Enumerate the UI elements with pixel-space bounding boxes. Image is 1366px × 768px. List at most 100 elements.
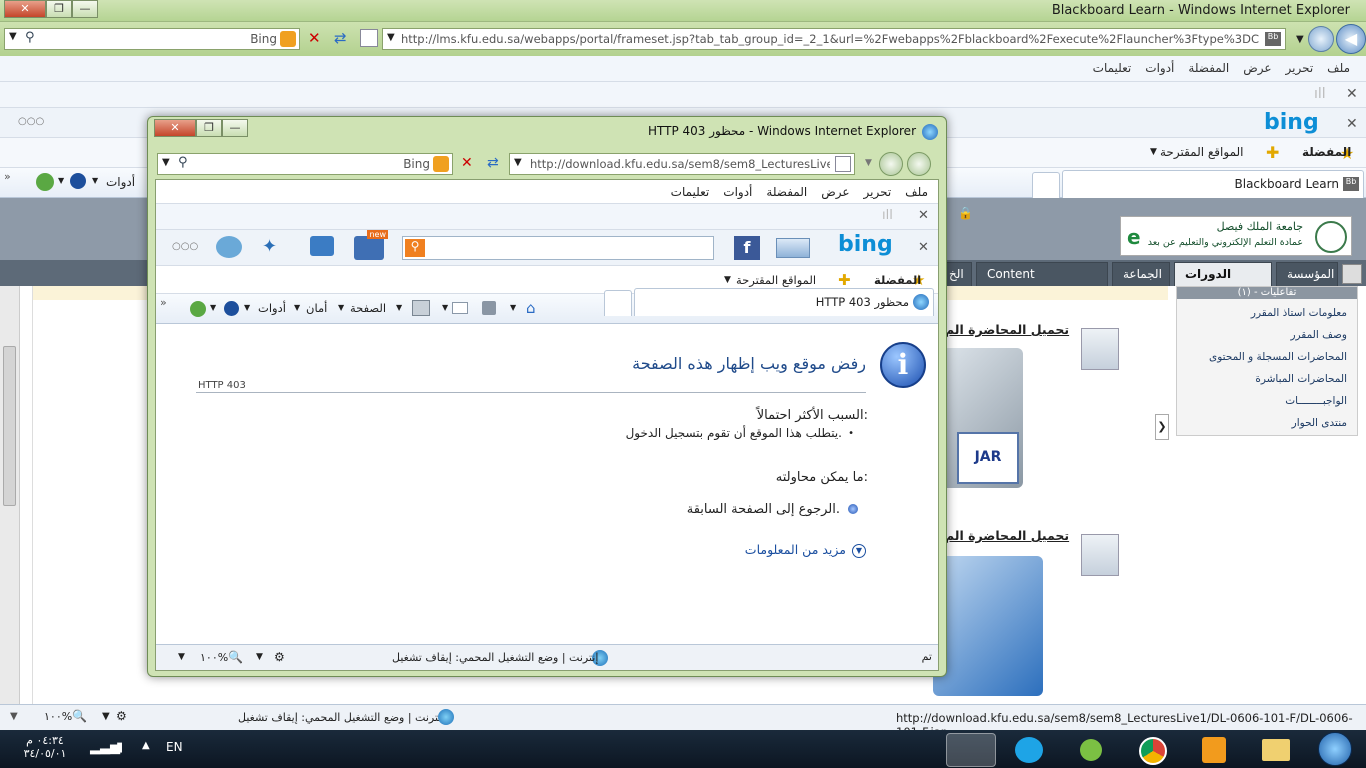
history-dropdown-icon[interactable]: ▼: [865, 158, 872, 168]
tab-more[interactable]: الخ: [944, 262, 972, 286]
start-button[interactable]: [1318, 732, 1352, 766]
dropdown-arrow-icon[interactable]: ▼: [510, 303, 516, 312]
search-icon[interactable]: ⚲: [405, 239, 425, 257]
zoom-level[interactable]: ١٠٠%: [200, 651, 228, 664]
popup-search-box[interactable]: ▼ ⚲ Bing: [157, 153, 453, 175]
menu-view[interactable]: عرض: [821, 185, 849, 199]
close-button[interactable]: ✕: [154, 119, 196, 137]
back-button[interactable]: ◀: [1336, 24, 1366, 54]
messenger-people-icon[interactable]: [216, 236, 242, 258]
back-button[interactable]: [907, 152, 931, 176]
zoom-icon[interactable]: 🔍: [72, 709, 87, 723]
ie-taskbar-icon[interactable]: [946, 733, 996, 767]
search-icon[interactable]: ⚲: [25, 30, 35, 45]
dropdown-arrow-icon[interactable]: ▼: [210, 303, 216, 312]
tab-courses[interactable]: الدورات التدريبية: [1174, 262, 1272, 303]
help-icon[interactable]: [224, 301, 239, 316]
menu-recorded-lectures[interactable]: المحاضرات المسجلة و المحتوى: [1209, 351, 1347, 363]
explorer-taskbar-icon[interactable]: [1250, 733, 1300, 767]
messenger-icon[interactable]: [36, 173, 54, 191]
forward-button[interactable]: [879, 152, 903, 176]
menu-favorites[interactable]: المفضلة: [1188, 61, 1229, 75]
menu-forum[interactable]: منتدى الحوار: [1292, 417, 1347, 429]
bing-logo[interactable]: bing: [1264, 110, 1319, 135]
security-settings-icon[interactable]: ⚙: [116, 709, 132, 725]
dropdown-arrow-icon[interactable]: ▼: [162, 157, 170, 168]
close-bing-bar-icon[interactable]: ✕: [918, 240, 929, 255]
close-toolbar-icon[interactable]: ✕: [918, 208, 929, 223]
chat-icon[interactable]: [310, 236, 334, 256]
dropdown-arrow-icon[interactable]: ▼: [244, 303, 250, 312]
minimize-button[interactable]: —: [72, 0, 98, 18]
page-menu[interactable]: الصفحة: [350, 301, 386, 315]
scroll-thumb[interactable]: [3, 346, 16, 506]
menu-favorites[interactable]: المفضلة: [766, 185, 807, 199]
dropdown-arrow-icon[interactable]: ▼: [338, 303, 344, 312]
menu-instructor-info[interactable]: معلومات استاذ المقرر: [1251, 307, 1347, 319]
close-toolbar-icon[interactable]: ✕: [1346, 86, 1358, 102]
dropdown-arrow-icon[interactable]: ▼: [256, 652, 263, 662]
dropdown-arrow-icon[interactable]: ▼: [294, 303, 300, 312]
messenger-icon[interactable]: [190, 301, 206, 317]
search-box[interactable]: ▼ ⚲ Bing: [4, 28, 300, 50]
dropdown-arrow-icon[interactable]: ▼: [442, 303, 448, 312]
tray-expand-icon[interactable]: ▲: [142, 740, 150, 751]
address-url[interactable]: http://lms.kfu.edu.sa/webapps/portal/fra…: [401, 32, 1259, 46]
compat-view-icon[interactable]: [835, 156, 851, 172]
tab-content-collection[interactable]: Content Collection: [976, 262, 1108, 303]
stop-icon[interactable]: ✕: [461, 155, 473, 171]
dropdown-arrow-icon[interactable]: ▼: [396, 303, 402, 312]
menu-course-description[interactable]: وصف المقرر: [1290, 329, 1347, 341]
dropdown-arrow-icon[interactable]: ▼: [1150, 147, 1157, 157]
messenger-taskbar-icon[interactable]: [1066, 733, 1116, 767]
media-player-taskbar-icon[interactable]: [1188, 733, 1238, 767]
more-info-link[interactable]: مزيد من المعلومات: [745, 542, 846, 557]
refresh-icon[interactable]: ⇄: [334, 29, 354, 49]
menu-help[interactable]: تعليمات: [1093, 61, 1132, 75]
tools-menu[interactable]: أدوات: [106, 175, 135, 189]
chevron-more-icon[interactable]: »: [4, 170, 11, 183]
new-tab-button[interactable]: [1032, 172, 1060, 198]
home-icon[interactable]: ⌂: [526, 299, 544, 317]
zoom-icon[interactable]: 🔍: [228, 650, 243, 664]
dropdown-arrow-icon[interactable]: ▼: [92, 176, 98, 185]
add-favorite-icon[interactable]: ✚: [1266, 143, 1279, 162]
zoom-level[interactable]: ١٠٠%: [44, 710, 72, 723]
safety-menu[interactable]: أمان: [306, 301, 327, 315]
search-icon[interactable]: ⚲: [178, 155, 188, 170]
menu-help[interactable]: تعليمات: [671, 185, 710, 199]
chevron-down-icon[interactable]: ▼: [852, 544, 866, 558]
suggested-sites-link[interactable]: المواقع المقترحة: [1160, 145, 1244, 159]
new-mail-icon[interactable]: new: [354, 230, 388, 260]
clock[interactable]: ٠٤:٣٤ م ٣٤/٠٥/٠١: [10, 734, 80, 760]
menu-tools[interactable]: أدوات: [1145, 61, 1174, 75]
compat-view-icon[interactable]: [360, 29, 378, 47]
course-menu-header[interactable]: (١) - تفاعليات: [1177, 287, 1357, 299]
dropdown-arrow-icon[interactable]: ▼: [10, 711, 18, 722]
bing-logo[interactable]: bing: [838, 232, 893, 257]
more-icon[interactable]: ○○○: [18, 116, 44, 127]
menu-edit[interactable]: تحرير: [864, 185, 892, 199]
collapse-menu-icon[interactable]: ❯: [1155, 414, 1169, 440]
security-settings-icon[interactable]: ⚙: [274, 650, 285, 664]
more-icon[interactable]: ○○○: [172, 241, 198, 252]
menu-live-lectures[interactable]: المحاضرات المباشرة: [1255, 373, 1347, 385]
dropdown-arrow-icon[interactable]: ▼: [724, 275, 731, 285]
maximize-button[interactable]: ❐: [46, 0, 72, 18]
chrome-taskbar-icon[interactable]: [1128, 733, 1178, 767]
try-back-link[interactable]: الرجوع إلى الصفحة السابقة.: [687, 502, 840, 517]
tab-blackboard[interactable]: Blackboard Learn Bb: [1062, 170, 1364, 198]
tab-panel-icon[interactable]: [1342, 264, 1362, 284]
read-mail-icon[interactable]: [452, 302, 468, 314]
tab-institution[interactable]: المؤسسة: [1276, 262, 1338, 286]
maximize-button[interactable]: ❐: [196, 119, 222, 137]
close-button[interactable]: ✕: [4, 0, 46, 18]
dropdown-arrow-icon[interactable]: ▼: [387, 32, 395, 43]
menu-edit[interactable]: تحرير: [1286, 61, 1314, 75]
facebook-icon[interactable]: f: [734, 236, 760, 260]
favorites-label[interactable]: المفضلة: [874, 273, 921, 287]
menu-file[interactable]: ملف: [1327, 61, 1350, 75]
kfu-logo[interactable]: جامعة الملك فيصل عمادة التعلم الإلكتروني…: [1120, 216, 1352, 256]
menu-view[interactable]: عرض: [1243, 61, 1271, 75]
add-favorite-icon[interactable]: ✚: [838, 271, 851, 289]
